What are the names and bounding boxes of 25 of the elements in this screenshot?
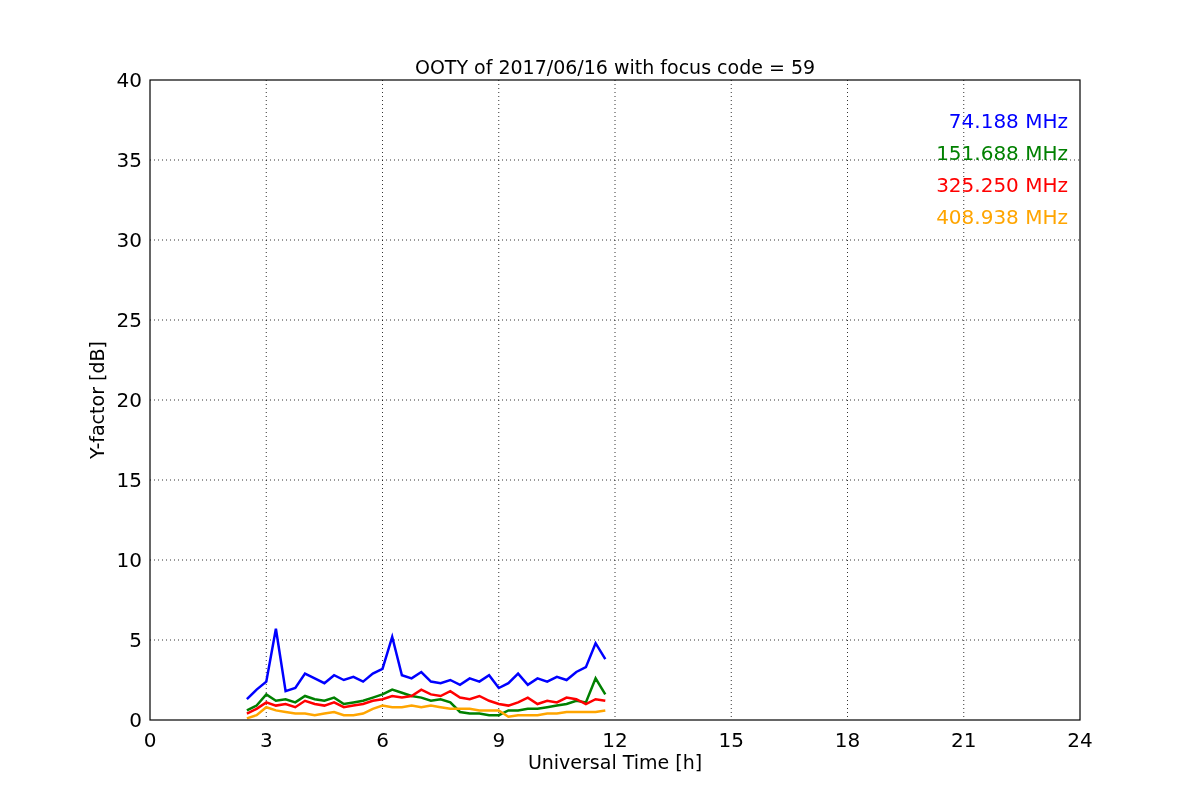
y-tick-label: 30	[116, 228, 142, 252]
y-axis-label: Y-factor [dB]	[86, 341, 108, 459]
x-tick-label: 15	[718, 728, 744, 752]
x-tick-label: 3	[259, 728, 273, 752]
chart-title: OOTY of 2017/06/16 with focus code = 59	[414, 56, 816, 78]
y-tick-label: 15	[116, 468, 142, 492]
y-tick-label: 5	[129, 628, 142, 652]
x-axis-label: Universal Time [h]	[527, 751, 703, 773]
x-tick-label: 21	[951, 728, 977, 752]
y-tick-label: 10	[116, 548, 142, 572]
y-tick-label: 40	[116, 68, 142, 92]
y-tick-label: 25	[116, 308, 142, 332]
x-tick-label: 24	[1067, 728, 1093, 752]
legend-label: 74.188 MHz	[948, 109, 1068, 133]
x-tick-label: 18	[834, 728, 861, 752]
legend-label: 325.250 MHz	[936, 173, 1068, 197]
x-tick-label: 9	[492, 728, 506, 752]
legend-label: 151.688 MHz	[936, 141, 1068, 165]
y-tick-label: 35	[116, 148, 142, 172]
x-tick-label: 6	[376, 728, 389, 752]
y-tick-label: 0	[129, 708, 142, 732]
y-tick-label: 20	[116, 388, 142, 412]
x-tick-label: 0	[143, 728, 157, 752]
x-tick-label: 12	[602, 728, 628, 752]
legend-label: 408.938 MHz	[936, 205, 1068, 229]
